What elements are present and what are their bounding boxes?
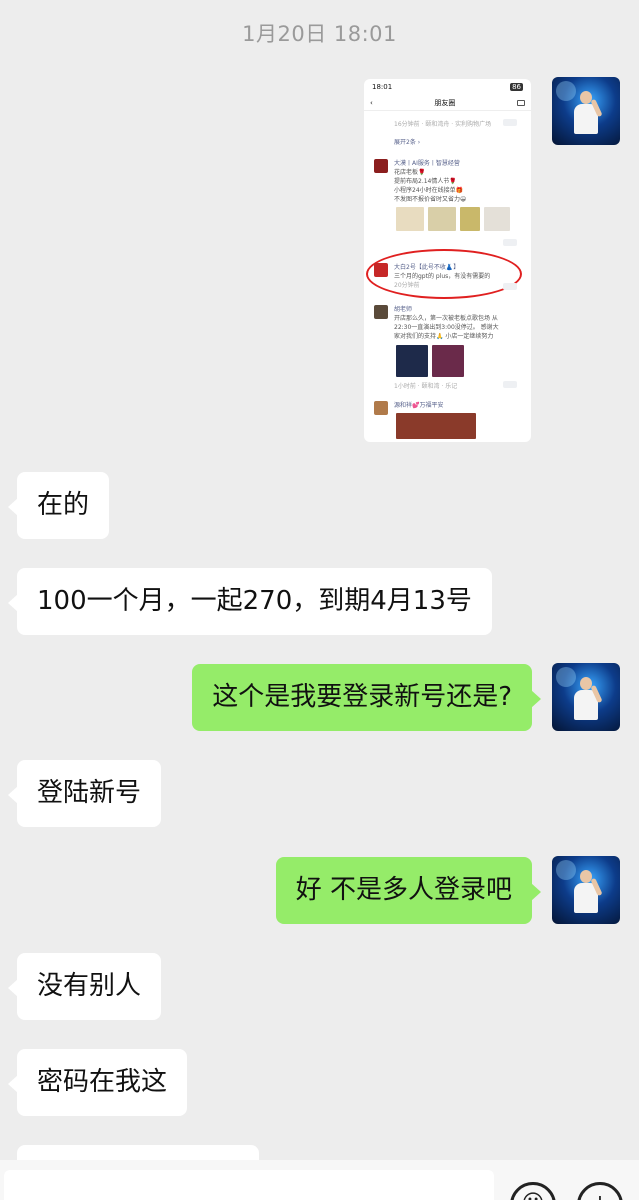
post1-avatar [374,159,388,173]
post1-image [460,207,480,231]
post4-avatar [374,401,388,415]
post1-line2: 提前布局2.14情人节🌹 [394,178,457,185]
message-bubble[interactable]: 登陆新号 [7,760,162,828]
my-avatar[interactable] [552,663,620,731]
post2-avatar [374,263,388,277]
post1-name: 大漠丨AI服务丨智慧经营 [394,160,460,167]
post3-image [396,345,428,377]
post1-line4: 不发图不报价省时又省力😀 [394,196,467,203]
post2-name: 大白2号【此号不收👗】 [394,264,460,271]
post4-image [396,413,476,439]
message-bubble[interactable]: 在的 [7,472,110,540]
message-bubble[interactable]: 没有别人 [7,953,162,1021]
message-input[interactable] [4,1170,494,1200]
image-nav-bar: ‹ 朋友圈 [364,95,531,111]
message-bubble[interactable]: 密码在我这 [7,1049,188,1117]
image-status-time: 18:01 [372,83,393,91]
image-collapse-note: 展开2条 › [394,139,421,146]
post2-text: 三个月的gpt的 plus，有没有需要的 [394,273,491,280]
post1-image [428,207,456,231]
post3-avatar [374,305,388,319]
post3-name: 胡老师 [394,306,413,313]
post1-line3: 小程序24小时在线接单🎁 [394,187,464,194]
message-bubble[interactable]: 好 不是多人登录吧 [275,857,542,925]
image-battery: 86 [510,83,523,91]
message-bubble[interactable]: 这个是我要登录新号还是? [192,664,541,732]
post1-image [484,207,510,231]
image-message[interactable]: 18:01 86 ‹ 朋友圈 16分钟前 · 颐和湾舟 · 实利购物广场 展开2… [364,79,531,442]
post1-image [396,207,424,231]
image-status-bar: 18:01 86 [364,79,531,95]
post3-image [432,345,464,377]
post4-name: 源和祥💕万福平安 [394,402,444,409]
camera-icon [517,99,525,106]
chat-timestamp: 1月20日 18:01 [242,22,397,46]
my-avatar[interactable] [552,856,620,924]
post3-line3: 家对我们的支持🙏 小店一定继续努力 [394,333,494,340]
my-avatar[interactable] [552,77,620,145]
image-nav-title: 朋友圈 [434,98,456,107]
image-back-icon: ‹ [370,98,373,107]
post1-line1: 花店老板🌹 [394,169,426,176]
message-bubble[interactable]: 100一个月，一起270，到期4月13号 [8,568,492,636]
image-top-meta: 16分钟前 · 颐和湾舟 · 实利购物广场 [394,121,492,128]
post3-meta: 1小时前 · 颐和湾 · 乐记 [394,383,458,390]
post3-line2: 22:30一直演出到3:00没停过。 感谢大 [394,324,499,331]
post3-line1: 开店那么久，第一次被老板点歌包场 从 [394,315,498,322]
